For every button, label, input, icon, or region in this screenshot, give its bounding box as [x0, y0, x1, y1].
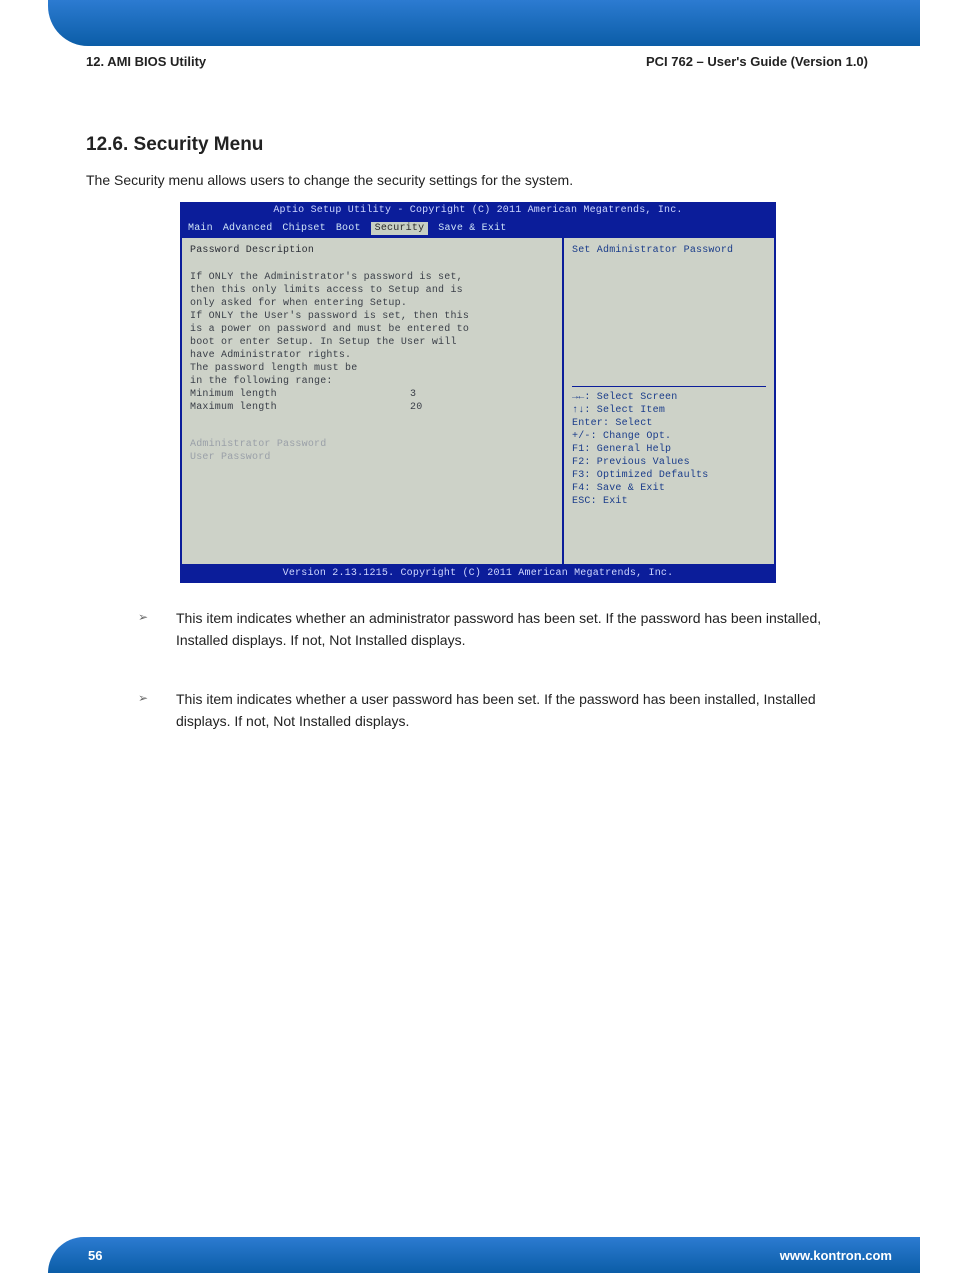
top-banner — [48, 0, 920, 46]
bios-key-row: →←: Select Screen — [572, 391, 766, 404]
bullet-icon: ➢ — [138, 608, 176, 651]
bios-tab-row: Main Advanced Chipset Boot Security Save… — [180, 220, 776, 236]
header-left: 12. AMI BIOS Utility — [86, 54, 206, 69]
bios-item-user-password[interactable]: User Password — [190, 451, 554, 464]
bios-pwd-heading: Password Description — [190, 244, 554, 257]
bios-key-row: F1: General Help — [572, 443, 766, 456]
bios-tab-main[interactable]: Main — [188, 222, 213, 235]
page-number: 56 — [88, 1248, 102, 1263]
header-right: PCI 762 – User's Guide (Version 1.0) — [646, 54, 868, 69]
bios-key-row: F2: Previous Values — [572, 456, 766, 469]
bios-tab-security[interactable]: Security — [371, 222, 429, 235]
bios-min-length-value: 3 — [410, 388, 416, 401]
bios-key-legend: →←: Select Screen ↑↓: Select Item Enter:… — [572, 386, 766, 508]
bios-tab-boot[interactable]: Boot — [336, 222, 361, 235]
bios-footer: Version 2.13.1215. Copyright (C) 2011 Am… — [180, 566, 776, 583]
bullet-text: This item indicates whether a user passw… — [176, 689, 868, 732]
bullet-text: This item indicates whether an administr… — [176, 608, 868, 651]
bios-min-length-label: Minimum length — [190, 388, 410, 401]
bios-item-admin-password[interactable]: Administrator Password — [190, 438, 554, 451]
page-header: 12. AMI BIOS Utility PCI 762 – User's Gu… — [86, 54, 868, 69]
bios-left-pane: Password Description If ONLY the Adminis… — [180, 238, 564, 564]
list-item: ➢ This item indicates whether a user pas… — [138, 689, 868, 732]
bios-key-row: +/-: Change Opt. — [572, 430, 766, 443]
bios-min-length-row: Minimum length 3 — [190, 388, 554, 401]
footer-url: www.kontron.com — [780, 1248, 892, 1263]
bios-screenshot: Aptio Setup Utility - Copyright (C) 2011… — [180, 202, 776, 576]
bios-key-row: ESC: Exit — [572, 495, 766, 508]
bullet-icon: ➢ — [138, 689, 176, 732]
bios-pwd-description: If ONLY the Administrator's password is … — [190, 271, 554, 388]
bios-key-row: F3: Optimized Defaults — [572, 469, 766, 482]
bios-title-bar: Aptio Setup Utility - Copyright (C) 2011… — [180, 202, 776, 220]
bios-body: Password Description If ONLY the Adminis… — [180, 236, 776, 566]
bios-help-title: Set Administrator Password — [572, 244, 766, 257]
bios-max-length-label: Maximum length — [190, 401, 410, 414]
list-item: ➢ This item indicates whether an adminis… — [138, 608, 868, 651]
bios-password-items: Administrator Password User Password — [190, 438, 554, 464]
bios-right-pane: Set Administrator Password →←: Select Sc… — [564, 238, 776, 564]
bios-key-row: Enter: Select — [572, 417, 766, 430]
bios-max-length-value: 20 — [410, 401, 422, 414]
bios-tab-save-exit[interactable]: Save & Exit — [438, 222, 506, 235]
bios-key-row: F4: Save & Exit — [572, 482, 766, 495]
section-heading: 12.6. Security Menu — [86, 134, 263, 156]
bios-tab-advanced[interactable]: Advanced — [223, 222, 273, 235]
bottom-banner: 56 www.kontron.com — [48, 1237, 920, 1273]
bios-key-row: ↑↓: Select Item — [572, 404, 766, 417]
section-intro: The Security menu allows users to change… — [86, 170, 868, 190]
bios-max-length-row: Maximum length 20 — [190, 401, 554, 414]
document-page: 12. AMI BIOS Utility PCI 762 – User's Gu… — [0, 0, 954, 1273]
bios-tab-chipset[interactable]: Chipset — [282, 222, 325, 235]
bullet-list: ➢ This item indicates whether an adminis… — [138, 608, 868, 771]
